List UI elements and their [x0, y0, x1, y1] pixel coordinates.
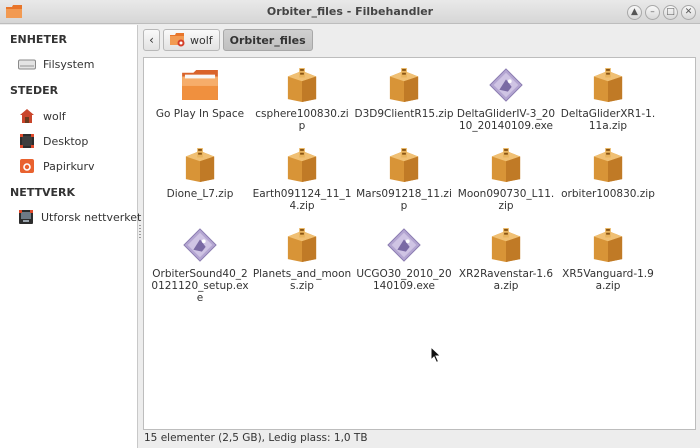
minimize-icon: – [650, 7, 655, 17]
close-icon: ✕ [684, 7, 693, 17]
archive-icon [282, 226, 322, 264]
sidebar-item-label: Utforsk nettverket [41, 210, 142, 224]
sidebar-resize-handle[interactable] [139, 225, 141, 239]
file-name: csphere100830.zip [255, 108, 349, 132]
chevron-left-icon: ‹ [149, 33, 154, 47]
window-maximize-button[interactable]: □ [663, 5, 678, 20]
window-minimize-button[interactable]: – [645, 5, 660, 20]
file-item[interactable]: Earth091124_11_14.zip [251, 146, 353, 226]
file-name: orbiter100830.zip [561, 188, 655, 200]
file-name: Moon090730_L11.zip [457, 188, 555, 212]
folder-icon [180, 66, 220, 104]
crumb-orbiter-files[interactable]: Orbiter_files [222, 29, 313, 51]
file-item[interactable]: XR5Vanguard-1.9a.zip [557, 226, 659, 306]
sidebar-item-network[interactable]: Utforsk nettverket [18, 207, 141, 227]
crumb-label: Orbiter_files [229, 33, 306, 47]
file-item[interactable]: Moon090730_L11.zip [455, 146, 557, 226]
archive-icon [384, 66, 424, 104]
file-item[interactable]: D3D9ClientR15.zip [353, 66, 455, 146]
sidebar-item-label: Desktop [43, 134, 89, 148]
file-name: DeltaGliderXR1-1.11a.zip [560, 108, 656, 132]
archive-icon [588, 146, 628, 184]
file-name: Go Play In Space [155, 108, 245, 120]
file-name: D3D9ClientR15.zip [354, 108, 454, 120]
sidebar-item-desktop[interactable]: Desktop [18, 131, 136, 151]
window-title: Orbiter_files - Filbehandler [266, 5, 434, 18]
executable-icon [180, 226, 220, 264]
file-name: Earth091124_11_14.zip [252, 188, 352, 212]
section-title-places: STEDER [10, 84, 59, 97]
section-title-devices: ENHETER [10, 33, 67, 46]
file-name: Dione_L7.zip [166, 188, 234, 200]
file-name: DeltaGliderIV-3_2010_20140109.exe [456, 108, 556, 132]
file-item[interactable]: DeltaGliderIV-3_2010_20140109.exe [455, 66, 557, 146]
chevron-up-icon: ▲ [631, 7, 638, 17]
sidebar-item-label: Filsystem [43, 57, 95, 71]
file-item[interactable]: csphere100830.zip [251, 66, 353, 146]
trash-icon [18, 158, 36, 174]
sidebar-item-trash[interactable]: Papirkurv [18, 156, 136, 176]
crumb-wolf[interactable]: wolf [163, 29, 220, 51]
executable-icon [384, 226, 424, 264]
file-name: OrbiterSound40_20121120_setup.exe [151, 268, 249, 304]
file-item[interactable]: Mars091218_11.zip [353, 146, 455, 226]
maximize-icon: □ [666, 7, 675, 17]
archive-icon [180, 146, 220, 184]
mouse-cursor-icon [430, 346, 442, 364]
section-title-network: NETTVERK [10, 186, 76, 199]
file-name: UCGO30_2010_20140109.exe [356, 268, 452, 292]
sidebar-item-filesystem[interactable]: Filsystem [18, 54, 136, 74]
file-item[interactable]: XR2Ravenstar-1.6a.zip [455, 226, 557, 306]
sidebar-item-label: Papirkurv [43, 159, 95, 173]
archive-icon [282, 146, 322, 184]
home-icon [18, 108, 36, 124]
file-view[interactable]: Go Play In Space csphere100830.zip D3D9Cli… [143, 57, 696, 430]
archive-icon [486, 146, 526, 184]
drive-icon [18, 56, 36, 72]
sidebar: ENHETER Filsystem STEDER wolf Desktop Pa… [0, 25, 141, 448]
archive-icon [486, 226, 526, 264]
archive-icon [588, 226, 628, 264]
back-button[interactable]: ‹ [143, 29, 160, 51]
network-icon [18, 209, 34, 225]
archive-icon [384, 146, 424, 184]
file-item[interactable]: orbiter100830.zip [557, 146, 659, 226]
file-name: XR2Ravenstar-1.6a.zip [458, 268, 554, 292]
path-bar: ‹ wolf Orbiter_files [143, 28, 316, 52]
file-name: XR5Vanguard-1.9a.zip [562, 268, 654, 292]
file-item[interactable]: Go Play In Space [149, 66, 251, 146]
file-name: Mars091218_11.zip [356, 188, 452, 212]
title-bar: Orbiter_files - Filbehandler ▲ – □ ✕ [0, 0, 700, 24]
crumb-label: wolf [190, 33, 213, 47]
window-up-button[interactable]: ▲ [627, 5, 642, 20]
file-item[interactable]: Planets_and_moons.zip [251, 226, 353, 306]
archive-icon [282, 66, 322, 104]
file-item[interactable]: UCGO30_2010_20140109.exe [353, 226, 455, 306]
home-folder-icon [170, 33, 185, 47]
file-grid: Go Play In Space csphere100830.zip D3D9Cli… [149, 66, 659, 306]
status-bar: 15 elementer (2,5 GB), Ledig plass: 1,0 … [144, 432, 368, 444]
file-item[interactable]: Dione_L7.zip [149, 146, 251, 226]
desktop-icon [18, 133, 36, 149]
archive-icon [588, 66, 628, 104]
executable-icon [486, 66, 526, 104]
sidebar-item-label: wolf [43, 109, 66, 123]
file-name: Planets_and_moons.zip [252, 268, 352, 292]
file-item[interactable]: OrbiterSound40_20121120_setup.exe [149, 226, 251, 306]
sidebar-item-wolf[interactable]: wolf [18, 106, 136, 126]
file-item[interactable]: DeltaGliderXR1-1.11a.zip [557, 66, 659, 146]
window-close-button[interactable]: ✕ [681, 5, 696, 20]
